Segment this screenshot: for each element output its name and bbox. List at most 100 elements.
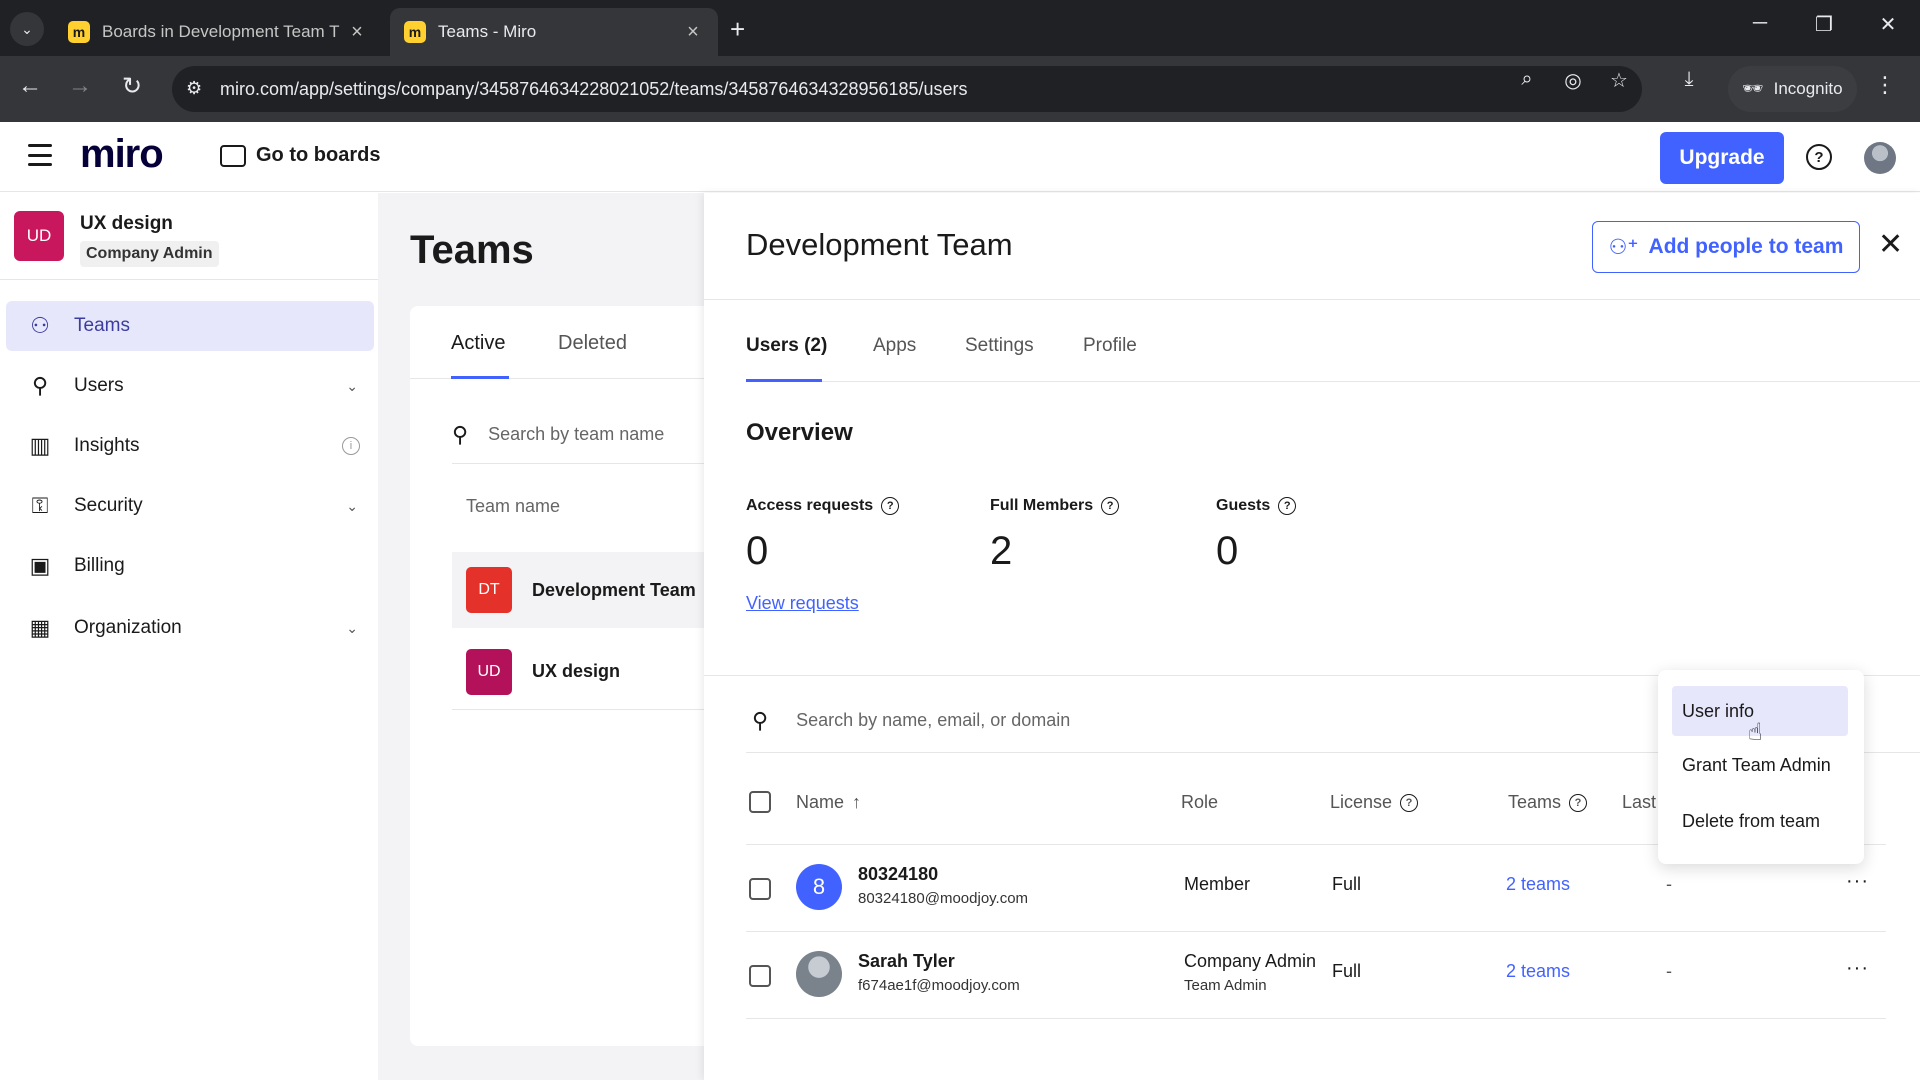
back-icon[interactable]: ← xyxy=(12,72,48,100)
divider xyxy=(704,299,1920,300)
user-email: 80324180@moodjoy.com xyxy=(858,890,1029,907)
go-to-boards-button[interactable]: Go to boards xyxy=(220,144,380,167)
menu-item-grant-team-admin[interactable]: Grant Team Admin xyxy=(1672,740,1848,790)
miro-favicon-icon: m xyxy=(404,21,426,43)
tab-deleted[interactable]: Deleted xyxy=(558,332,627,355)
help-icon[interactable]: ? xyxy=(1278,497,1297,515)
reload-icon[interactable]: ↻ xyxy=(114,72,150,101)
column-header-role[interactable]: Role xyxy=(1181,792,1218,813)
sidebar-item-security[interactable]: ⚿ Security ⌄ xyxy=(6,481,374,531)
user-name: Sarah Tyler xyxy=(858,951,955,971)
column-header-license[interactable]: License ? xyxy=(1330,792,1419,813)
forward-icon[interactable]: → xyxy=(62,72,98,100)
team-detail-title: Development Team xyxy=(746,227,1013,262)
team-badge: DT xyxy=(466,567,512,613)
close-window-icon[interactable]: ✕ xyxy=(1868,12,1908,37)
board-icon xyxy=(220,144,246,167)
download-icon[interactable]: ⤓ xyxy=(1674,68,1704,91)
close-tab-icon[interactable]: × xyxy=(682,21,704,44)
browser-tab-teams[interactable]: m Teams - Miro × xyxy=(390,8,718,56)
eye-off-icon[interactable]: ◎ xyxy=(1558,68,1588,93)
row-checkbox[interactable] xyxy=(749,878,771,900)
sidebar-item-insights[interactable]: ▥ Insights i xyxy=(6,421,374,471)
restore-icon[interactable]: ❐ xyxy=(1804,12,1844,37)
org-badge: UD xyxy=(14,211,64,261)
zoom-icon[interactable]: ⌕ xyxy=(1512,68,1542,91)
team-row-ux-design[interactable]: UD UX design xyxy=(452,634,704,710)
add-user-icon: ⚇⁺ xyxy=(1608,235,1639,259)
url-text[interactable]: miro.com/app/settings/company/3458764634… xyxy=(220,79,968,100)
user-icon: ⚲ xyxy=(31,373,49,398)
search-icon: ⚲ xyxy=(752,707,769,733)
sidebar-item-billing[interactable]: ▣ Billing xyxy=(6,541,374,591)
row-checkbox[interactable] xyxy=(749,965,771,987)
hamburger-menu-icon[interactable] xyxy=(28,144,52,166)
column-header-last[interactable]: Last xyxy=(1622,792,1656,813)
user-license: Full xyxy=(1332,874,1362,894)
browser-menu-icon[interactable]: ⋮ xyxy=(1874,72,1896,98)
sort-arrow-icon: ↑ xyxy=(852,792,862,812)
profile-avatar[interactable] xyxy=(1864,142,1896,174)
column-header-name[interactable]: Name ↑ xyxy=(796,792,861,813)
user-team-role: Team Admin xyxy=(1184,977,1267,994)
building-icon: ▦ xyxy=(29,615,51,640)
org-name: UX design xyxy=(80,213,173,234)
tab-active[interactable]: Active xyxy=(451,332,505,355)
omnibox[interactable]: ⚙ miro.com/app/settings/company/34587646… xyxy=(172,66,1642,112)
tab-title: Teams - Miro xyxy=(438,22,537,41)
more-options-icon[interactable]: ··· xyxy=(1846,957,1869,980)
info-icon[interactable]: i xyxy=(342,437,360,455)
close-tab-icon[interactable]: × xyxy=(346,21,368,44)
overview-heading: Overview xyxy=(746,419,853,446)
sidebar-item-label: Teams xyxy=(74,315,130,336)
sidebar-item-organization[interactable]: ▦ Organization ⌄ xyxy=(6,603,374,653)
team-row-development[interactable]: DT Development Team xyxy=(452,552,704,628)
select-all-checkbox[interactable] xyxy=(749,791,771,813)
team-name: UX design xyxy=(532,661,621,681)
close-icon[interactable]: ✕ xyxy=(1878,227,1903,262)
help-icon[interactable]: ? xyxy=(881,497,900,515)
miro-favicon-icon: m xyxy=(68,21,90,43)
view-requests-link[interactable]: View requests xyxy=(746,593,859,614)
user-last-active: - xyxy=(1666,874,1672,894)
user-teams-link[interactable]: 2 teams xyxy=(1506,961,1570,982)
help-icon[interactable]: ? xyxy=(1569,793,1588,812)
team-search-input[interactable]: ⚲ Search by team name xyxy=(452,406,704,464)
new-tab-icon[interactable]: + xyxy=(730,14,745,45)
user-last-active: - xyxy=(1666,961,1672,981)
go-to-boards-label: Go to boards xyxy=(256,144,381,166)
tabs-divider xyxy=(746,381,1920,382)
sidebar-item-users[interactable]: ⚲ Users ⌄ xyxy=(6,361,374,411)
help-icon[interactable]: ? xyxy=(1400,793,1419,812)
team-badge: UD xyxy=(466,648,512,695)
star-icon[interactable]: ☆ xyxy=(1604,68,1634,93)
user-teams-link[interactable]: 2 teams xyxy=(1506,874,1570,895)
help-icon[interactable]: ? xyxy=(1806,144,1832,170)
pointer-cursor-icon: ☝ xyxy=(1748,719,1763,746)
org-role-badge: Company Admin xyxy=(80,241,219,267)
help-icon[interactable]: ? xyxy=(1101,497,1120,515)
minimize-icon[interactable]: ─ xyxy=(1740,12,1780,35)
column-header-teams[interactable]: Teams ? xyxy=(1508,792,1588,813)
org-switcher[interactable]: UD UX design Company Admin xyxy=(14,211,219,267)
tab-search-chevron-icon[interactable]: ⌄ xyxy=(10,12,44,46)
add-people-button[interactable]: ⚇⁺ Add people to team xyxy=(1592,221,1860,273)
sidebar-item-teams[interactable]: ⚇ Teams xyxy=(6,301,374,351)
tab-settings[interactable]: Settings xyxy=(965,335,1034,357)
site-settings-icon[interactable]: ⚙ xyxy=(186,78,202,99)
sidebar-item-label: Users xyxy=(74,375,124,396)
tab-apps[interactable]: Apps xyxy=(873,335,916,357)
browser-tab-boards[interactable]: m Boards in Development Team T × xyxy=(54,8,382,56)
miro-logo[interactable]: miro xyxy=(80,132,164,177)
table-row[interactable]: Sarah Tyler f674ae1f@moodjoy.com Company… xyxy=(746,933,1886,1019)
tab-users[interactable]: Users (2) xyxy=(746,335,827,357)
avatar: 8 xyxy=(796,864,842,910)
sidebar-item-label: Billing xyxy=(74,555,125,576)
upgrade-button[interactable]: Upgrade xyxy=(1660,132,1784,184)
incognito-indicator[interactable]: 🕶 Incognito xyxy=(1728,66,1857,112)
browser-tab-bar: ⌄ m Boards in Development Team T × m Tea… xyxy=(0,0,1920,56)
menu-item-delete-from-team[interactable]: Delete from team xyxy=(1672,796,1848,846)
column-header-team-name[interactable]: Team name xyxy=(466,496,560,517)
tab-profile[interactable]: Profile xyxy=(1083,335,1137,357)
more-options-icon[interactable]: ··· xyxy=(1846,870,1869,893)
